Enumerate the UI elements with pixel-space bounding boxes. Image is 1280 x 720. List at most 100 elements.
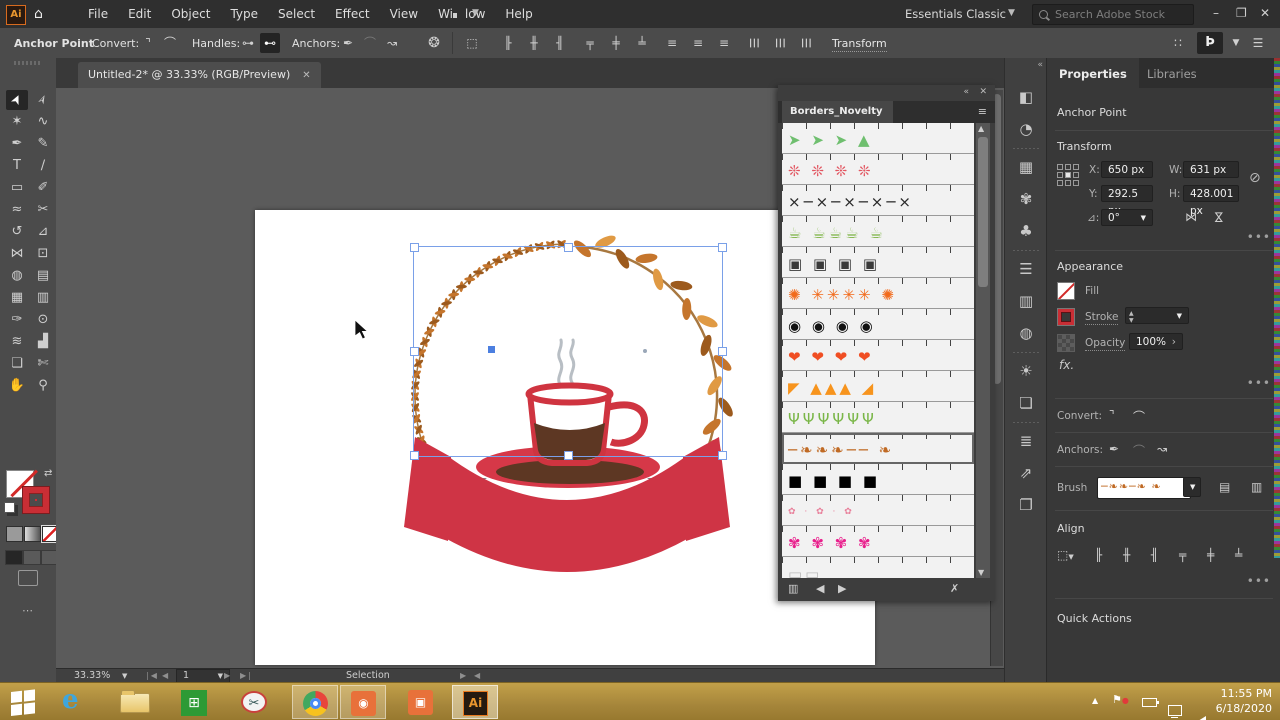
selection-handle[interactable] <box>564 451 573 460</box>
selection-handle[interactable] <box>718 347 727 356</box>
align-middle-icon[interactable]: ╪ <box>1207 548 1214 562</box>
stroke-color-swatch[interactable] <box>22 486 50 514</box>
brush-libraries-icon[interactable]: ▥ <box>1251 480 1262 494</box>
minimize-button[interactable]: – <box>1213 6 1219 20</box>
selection-handle[interactable] <box>718 451 727 460</box>
brushes-panel-icon[interactable]: ✾ <box>1005 186 1047 212</box>
line-segment-tool[interactable]: ∕ <box>32 156 54 176</box>
pen-tool[interactable]: ✒ <box>6 134 28 154</box>
gradient-button[interactable] <box>24 526 41 542</box>
last-artboard-icon[interactable]: ▶❘ <box>240 671 253 680</box>
menu-edit[interactable]: Edit <box>118 0 161 28</box>
flip-vertical-icon[interactable]: ⋈ <box>1212 211 1226 223</box>
brush-options-icon[interactable]: ▤ <box>1219 480 1230 494</box>
show-hidden-icons[interactable]: ▲ <box>1092 696 1098 705</box>
stroke-weight-field[interactable]: ▲ ▼ ▼ <box>1125 307 1189 324</box>
convert-corner-icon[interactable]: ⌝ <box>1109 408 1115 422</box>
brush-row-partial[interactable]: ▭▭ <box>782 557 974 578</box>
blend-tool[interactable]: ⊙ <box>32 310 54 330</box>
graphic-styles-panel-icon[interactable]: ❏ <box>1005 390 1047 416</box>
symbol-sprayer-tool[interactable]: ≋ <box>6 332 28 352</box>
reference-point-grid[interactable] <box>1057 164 1079 186</box>
align-center-icon[interactable]: ╫ <box>1123 548 1130 562</box>
effects-fx-button[interactable]: fx. <box>1059 358 1074 372</box>
arrange-documents-icon[interactable] <box>452 8 466 19</box>
start-button[interactable] <box>2 685 48 719</box>
convert-smooth-icon[interactable]: ⌒ <box>1133 408 1145 425</box>
selection-handle[interactable] <box>718 243 727 252</box>
properties-panel-toggle[interactable]: Þ <box>1197 32 1223 54</box>
column-graph-tool[interactable]: ▟ <box>32 332 54 352</box>
restore-button[interactable]: ❐ <box>1236 6 1247 20</box>
type-tool[interactable]: T <box>6 156 28 176</box>
next-artboard-icon[interactable]: ▶ <box>224 671 230 680</box>
swap-fill-stroke-icon[interactable]: ⇄ <box>44 468 52 479</box>
align-to-icon[interactable]: ⬚▼ <box>1057 548 1074 562</box>
convert-corner-icon[interactable]: ⌝ <box>138 33 158 53</box>
more-options-icon[interactable]: ••• <box>1247 574 1271 588</box>
taskbar-snipping-tool[interactable]: ✂ <box>232 685 278 719</box>
brush-row-autumn-leaves[interactable]: ─❧❧❧── ❧ <box>782 433 974 464</box>
color-button[interactable] <box>6 526 23 542</box>
direct-selection-tool[interactable]: ➢ <box>32 90 54 110</box>
y-field[interactable]: 292.5 px <box>1101 185 1153 217</box>
fill-swatch[interactable] <box>1057 282 1075 300</box>
brush-row-hands[interactable]: ◉ ◉ ◉ ◉ <box>782 309 974 340</box>
brush-row-hearts[interactable]: ❤ ❤ ❤ ❤ <box>782 340 974 371</box>
rotate-field[interactable]: 0° ▼ <box>1101 209 1153 226</box>
brush-row-red-atoms[interactable]: ❊ ❊ ❊ ❊ <box>782 154 974 185</box>
brush-libraries-icon[interactable]: ▥ <box>788 582 798 595</box>
anchor-reshape-icon[interactable]: ↝ <box>1157 442 1167 456</box>
menu-select[interactable]: Select <box>268 0 325 28</box>
brush-row-railroad[interactable]: ▣ ▣ ▣ ▣ <box>782 247 974 278</box>
distribute-h-center-icon[interactable]: ☰ <box>770 33 790 53</box>
collapse-panel-icon[interactable]: « <box>963 87 969 97</box>
clock[interactable]: 11:55 PM 6/18/2020 <box>1216 686 1272 716</box>
next-brush-icon[interactable]: ▶ <box>838 582 846 595</box>
scale-tool[interactable]: ⊿ <box>32 222 54 242</box>
menu-view[interactable]: View <box>380 0 428 28</box>
perspective-grid-tool[interactable]: ▤ <box>32 266 54 286</box>
gradient-panel-icon[interactable]: ▥ <box>1005 288 1047 314</box>
brush-row-party-garland[interactable]: ◤ ▲▲▲ ◢ <box>782 371 974 402</box>
add-anchor-icon[interactable]: ✒ <box>338 33 358 53</box>
anchor-curve-icon[interactable]: ⌒ <box>1133 442 1145 459</box>
chevron-down-icon[interactable]: ▼ <box>1177 308 1182 325</box>
zoom-level[interactable]: 33.33% <box>74 670 110 681</box>
menu-effect[interactable]: Effect <box>325 0 380 28</box>
distribute-top-icon[interactable]: ≡ <box>662 33 682 53</box>
anchor-point-selected[interactable] <box>488 346 495 353</box>
brush-row-barbed-wire[interactable]: ⨯─⨯─⨯─⨯─⨯ <box>782 185 974 216</box>
close-button[interactable]: ✕ <box>1260 6 1270 20</box>
first-artboard-icon[interactable]: ❘◀ <box>144 671 157 680</box>
x-field[interactable]: 650 px <box>1101 161 1153 178</box>
link-dimensions-icon[interactable]: ⊘ <box>1249 170 1261 186</box>
menu-list-icon[interactable]: ☰ <box>1248 33 1268 53</box>
align-to-icon[interactable]: ⬚ <box>462 33 482 53</box>
scroll-right-icon[interactable]: ◀ <box>474 671 480 680</box>
edit-toolbar-icon[interactable]: ⋯ <box>22 604 34 617</box>
close-panel-icon[interactable]: ✕ <box>979 87 987 97</box>
color-guide-panel-icon[interactable]: ◔ <box>1005 116 1047 142</box>
brush-row-flower-dots[interactable]: ✿ · ✿ · ✿ <box>782 495 974 526</box>
color-panel-icon[interactable]: ◧ <box>1005 84 1047 110</box>
expand-panels-icon[interactable]: « <box>1037 60 1043 70</box>
draw-normal-mode[interactable] <box>5 550 23 565</box>
brush-row-green-arrows[interactable]: ➤ ➤ ➤ ▲ <box>782 123 974 154</box>
transparency-panel-icon[interactable]: ◍ <box>1005 320 1047 346</box>
grid-icon[interactable]: ∷ <box>1168 33 1188 53</box>
align-top-icon[interactable]: ╤ <box>580 33 600 53</box>
scissors-tool[interactable]: ✂ <box>32 200 54 220</box>
network-icon[interactable] <box>1168 705 1182 718</box>
scroll-left-icon[interactable]: ▶ <box>460 671 466 680</box>
zoom-tool[interactable]: ⚲ <box>32 376 54 396</box>
selection-tool[interactable]: ➤ <box>6 90 28 110</box>
artboards-panel-icon[interactable]: ❐ <box>1005 492 1047 518</box>
brush-row-grass[interactable]: ΨΨΨΨΨΨ <box>782 402 974 433</box>
magic-wand-tool[interactable]: ✶ <box>6 112 28 132</box>
action-center-flag-icon[interactable]: ⚑● <box>1112 693 1129 706</box>
opacity-link[interactable]: Opacity <box>1085 337 1126 351</box>
gradient-tool[interactable]: ▥ <box>32 288 54 308</box>
brush-row-film-strip[interactable]: ■ ■ ■ ■ <box>782 464 974 495</box>
panel-scrollbar[interactable]: ▲ ▼ <box>976 123 990 578</box>
